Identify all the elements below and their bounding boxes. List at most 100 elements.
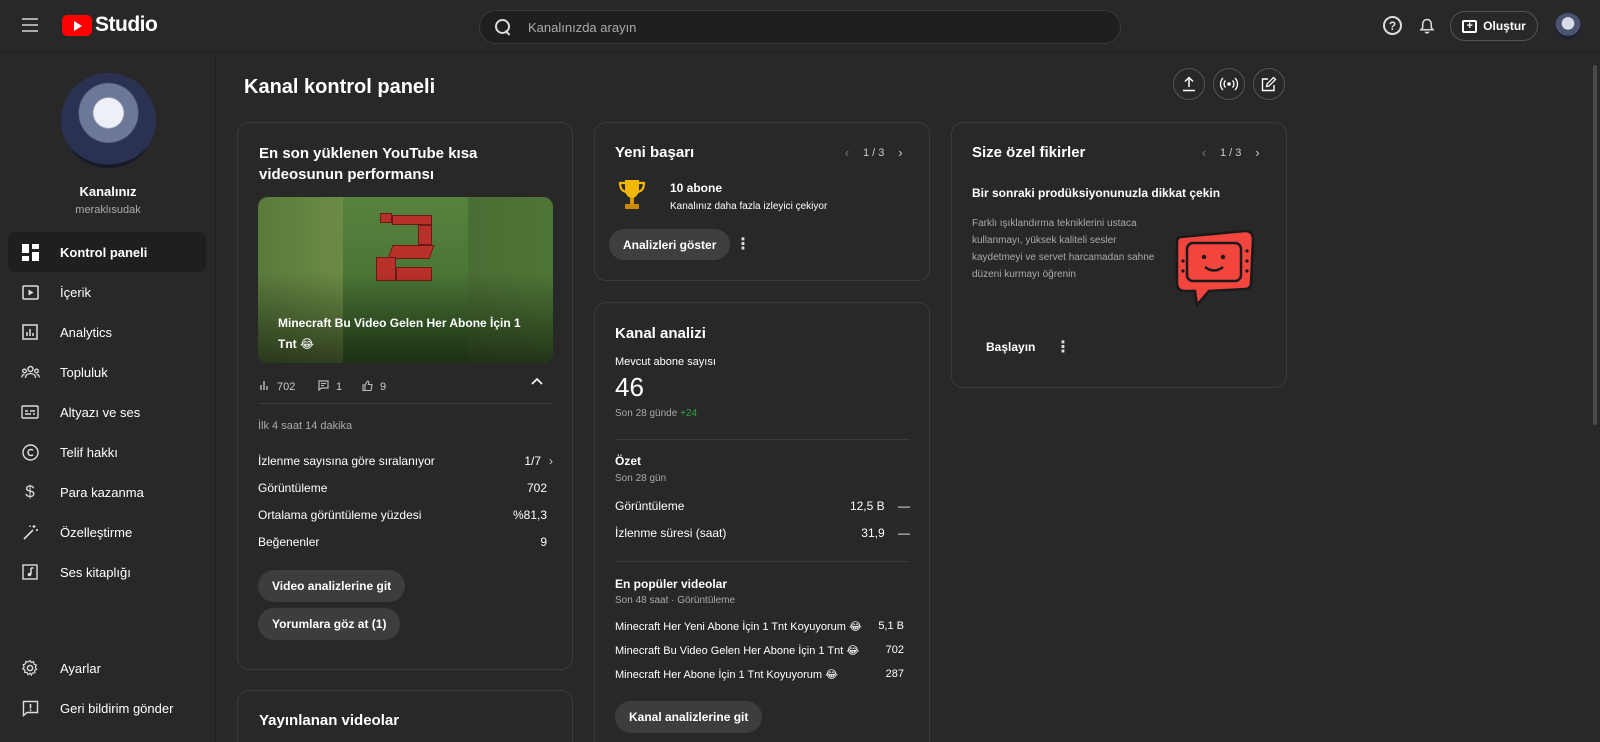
search-bar: [479, 10, 1121, 44]
chevron-right-icon[interactable]: ›: [1250, 145, 1264, 160]
published-videos-card: Yayınlanan videolar: [237, 690, 573, 742]
create-post-button[interactable]: [1253, 68, 1285, 100]
achievement-subtext: Kanalınız daha fazla izleyici çekiyor: [670, 201, 828, 212]
subscribers-count: 46: [615, 372, 644, 402]
audio-library-icon: [20, 562, 40, 582]
summary-row-value: 31,9: [861, 526, 885, 540]
analytics-icon: [20, 322, 40, 342]
thumbs-up-icon: [362, 380, 373, 394]
achievement-pager: ‹ 1 / 3 ›: [840, 145, 907, 160]
page-title: Kanal kontrol paneli: [244, 76, 436, 98]
summary-row-trend: —: [898, 526, 910, 540]
sidebar-item-settings[interactable]: Ayarlar: [8, 648, 206, 688]
studio-logo[interactable]: Studio: [62, 12, 158, 38]
sidebar-item-customization[interactable]: Özelleştirme: [8, 512, 206, 552]
channel-analytics-card: Kanal analizi Mevcut abone sayısı 46 Son…: [594, 302, 930, 742]
stats-row-label: Görüntüleme: [258, 481, 328, 495]
idea-body: Farklı ışıklandırma tekniklerini ustaca …: [972, 218, 1155, 280]
help-icon[interactable]: ?: [1383, 16, 1402, 35]
feedback-icon: [20, 698, 40, 718]
divider: [258, 403, 553, 404]
period-label: İlk 4 saat 14 dakika: [258, 420, 353, 432]
more-options-icon[interactable]: ⋮: [1055, 337, 1071, 357]
sidebar-item-monetization[interactable]: $ Para kazanma: [8, 472, 206, 512]
view-comments-button[interactable]: Yorumlara göz at (1): [258, 608, 401, 640]
account-avatar[interactable]: [1555, 13, 1581, 39]
live-broadcast-icon: [1219, 77, 1239, 91]
sidebar-item-label: Ayarlar: [60, 660, 101, 676]
channel-analytics-button[interactable]: Kanal analizlerine git: [615, 701, 763, 733]
top-video-row[interactable]: Minecraft Her Yeni Abone İçin 1 Tnt Koyu…: [615, 620, 904, 633]
channel-handle: meraklısudak: [75, 204, 141, 216]
divider: [615, 439, 910, 440]
top-video-row[interactable]: Minecraft Her Abone İçin 1 Tnt Koyuyorum…: [615, 668, 904, 681]
comments-stat: 1: [318, 380, 342, 394]
sidebar-item-community[interactable]: Topluluk: [8, 352, 206, 392]
bar-chart-icon: [260, 380, 270, 393]
video-analytics-button[interactable]: Video analizlerine git: [258, 570, 406, 602]
rank-label: İzlenme sayısına göre sıralanıyor: [258, 454, 435, 468]
notifications-bell-icon[interactable]: [1417, 16, 1437, 36]
top-video-title: Minecraft Her Abone İçin 1 Tnt Koyuyorum…: [615, 669, 838, 681]
dashboard-icon: [20, 242, 40, 262]
community-icon: [20, 362, 40, 382]
scrollbar-thumb[interactable]: [1593, 65, 1597, 425]
sidebar-item-feedback[interactable]: Geri bildirim gönder: [8, 688, 206, 728]
chevron-left-icon[interactable]: ‹: [1197, 145, 1211, 160]
get-started-button[interactable]: Başlayın: [972, 331, 1049, 363]
summary-row: Görüntüleme 12,5 B —: [615, 499, 910, 513]
card-title: Yayınlanan videolar: [259, 712, 400, 729]
top-video-value: 5,1 B: [878, 620, 904, 632]
search-icon[interactable]: [494, 18, 512, 36]
upload-button[interactable]: [1173, 68, 1205, 100]
idea-headline: Bir sonraki prodüksiyonunuzla dikkat çek…: [972, 186, 1221, 200]
sidebar-item-label: Özelleştirme: [60, 524, 133, 540]
subscribers-delta: +24: [680, 408, 698, 419]
latest-short-card: En son yüklenen YouTube kısa videosunun …: [237, 122, 573, 670]
show-analytics-button[interactable]: Analizleri göster: [609, 229, 731, 260]
sidebar-item-copyright[interactable]: Telif hakkı: [8, 432, 206, 472]
likes-count: 9: [380, 381, 387, 393]
stats-row-label: Ortalama görüntüleme yüzdesi: [258, 508, 422, 522]
content-icon: [20, 282, 40, 302]
chevron-right-icon[interactable]: ›: [893, 145, 907, 160]
summary-title: Özet: [615, 454, 642, 468]
sidebar-item-content[interactable]: İçerik: [8, 272, 206, 312]
sidebar-item-subtitles[interactable]: Altyazı ve ses: [8, 392, 206, 432]
card-title: Size özel fikirler: [972, 144, 1086, 161]
more-options-icon[interactable]: ⋮: [735, 234, 751, 254]
search-input[interactable]: [528, 19, 1088, 35]
go-live-button[interactable]: [1213, 68, 1245, 100]
sidebar-item-audio-library[interactable]: Ses kitaplığı: [8, 552, 206, 592]
top-video-value: 702: [885, 644, 904, 656]
upload-icon: [1183, 76, 1195, 92]
menu-icon[interactable]: [20, 14, 42, 36]
top-video-row[interactable]: Minecraft Bu Video Gelen Her Abone İçin …: [615, 644, 904, 657]
sidebar-item-label: Telif hakkı: [60, 444, 118, 460]
sidebar-item-dashboard[interactable]: Kontrol paneli: [8, 232, 206, 272]
chevron-right-icon: ›: [549, 454, 553, 468]
achievement-card: Yeni başarı ‹ 1 / 3 › 10 abone Kanalınız…: [594, 122, 930, 281]
top-videos-title: En popüler videolar: [615, 577, 728, 591]
collapse-chevron-icon[interactable]: [527, 371, 547, 391]
comments-count: 1: [336, 381, 343, 393]
summary-period: Son 28 gün: [615, 473, 667, 484]
views-stat: 702: [260, 380, 295, 393]
summary-row-value: 12,5 B: [849, 499, 885, 513]
top-videos-period: Son 48 saat · Görüntüleme: [615, 595, 736, 606]
sidebar: Kanalınız meraklısudak Kontrol paneli İç…: [0, 53, 216, 742]
chevron-left-icon[interactable]: ‹: [840, 145, 854, 160]
rank-row[interactable]: İzlenme sayısına göre sıralanıyor 1/7 ›: [258, 454, 553, 468]
scrollbar[interactable]: [1590, 53, 1600, 742]
video-thumbnail[interactable]: Minecraft Bu Video Gelen Her Abone İçin …: [258, 197, 553, 363]
pager-text: 1 / 3: [863, 146, 885, 159]
sidebar-item-analytics[interactable]: Analytics: [8, 312, 206, 352]
stats-row-value: %81,3: [512, 508, 547, 522]
summary-row: İzlenme süresi (saat) 31,9 —: [615, 526, 910, 540]
achievement-headline: 10 abone: [670, 181, 723, 195]
sidebar-item-label: Geri bildirim gönder: [60, 700, 174, 716]
stats-row-value: 9: [540, 535, 547, 549]
pager-text: 1 / 3: [1220, 146, 1242, 159]
channel-avatar[interactable]: [61, 73, 156, 168]
create-button[interactable]: + Oluştur: [1450, 11, 1538, 41]
